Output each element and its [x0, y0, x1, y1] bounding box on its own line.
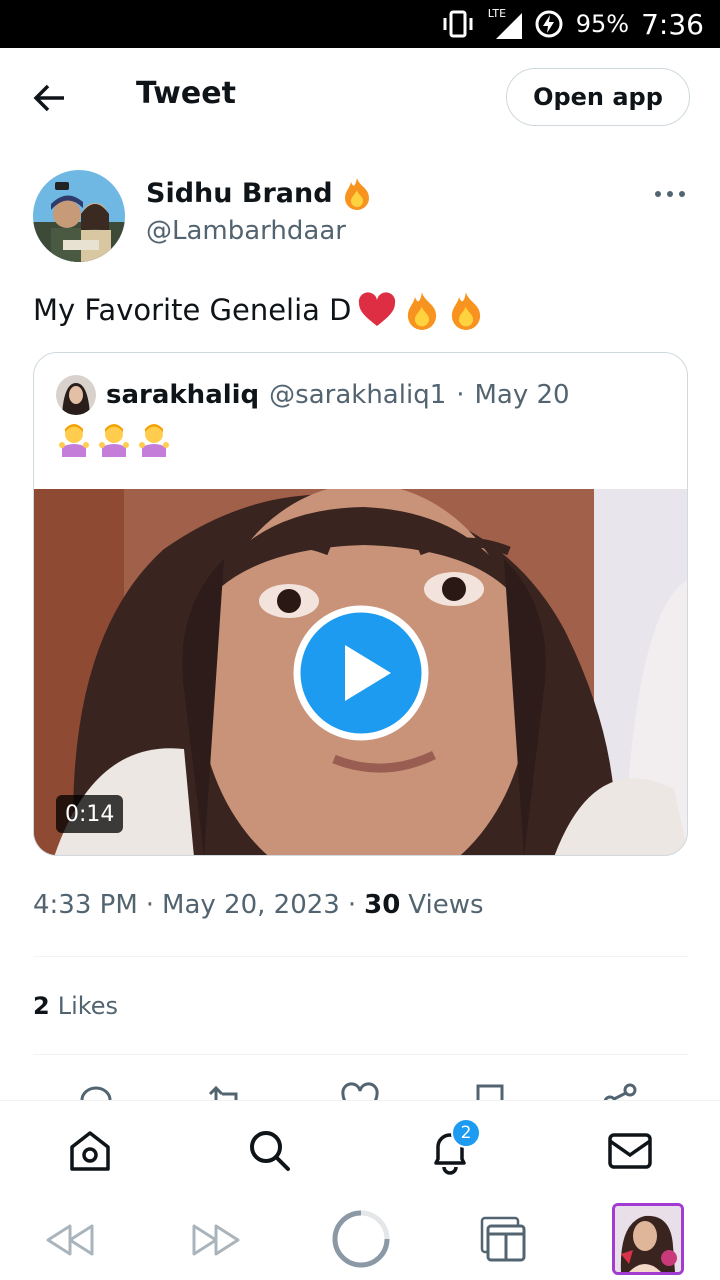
- share-icon[interactable]: [600, 1082, 640, 1102]
- messages-icon[interactable]: [606, 1127, 654, 1175]
- meta-separator: ·: [347, 890, 357, 920]
- vibrate-icon: [443, 10, 473, 38]
- signal-icon: [495, 13, 522, 39]
- notifications-badge: 2: [451, 1118, 481, 1148]
- views-count: 30: [364, 890, 401, 920]
- tweet-time: 4:33 PM: [33, 890, 138, 920]
- likes-count: 2: [33, 992, 50, 1020]
- status-bar-right: LTE 95% 7:36: [440, 0, 704, 48]
- meta-separator: ·: [145, 890, 155, 920]
- tweet-text: My Favorite Genelia D: [33, 290, 485, 330]
- tweet-date: May 20, 2023: [162, 890, 340, 920]
- retweet-icon[interactable]: [206, 1082, 246, 1102]
- video-player[interactable]: 0:14: [34, 489, 687, 855]
- quoted-author-handle: @sarakhaliq1: [269, 380, 447, 410]
- quoted-author-avatar[interactable]: [56, 375, 96, 415]
- meta-separator: ·: [456, 380, 465, 410]
- video-duration: 0:14: [56, 795, 124, 833]
- person-shrugging-emoji-icon: [139, 424, 169, 457]
- quoted-tweet[interactable]: sarakhaliq @sarakhaliq1 · May 20 0:14: [33, 352, 688, 856]
- divider: [33, 956, 688, 957]
- reply-icon[interactable]: [78, 1082, 118, 1102]
- battery-percent: 95%: [575, 10, 630, 38]
- fire-emoji-icon: [408, 292, 437, 330]
- person-shrugging-emoji-icon: [99, 424, 129, 457]
- page-title: Tweet: [136, 76, 236, 111]
- quoted-tweet-text: [58, 423, 170, 457]
- author-name[interactable]: Sidhu Brand: [146, 176, 373, 210]
- search-icon[interactable]: [246, 1127, 294, 1175]
- open-app-button[interactable]: Open app: [506, 68, 690, 126]
- fire-emoji-icon: [344, 178, 369, 210]
- heart-emoji-icon: [359, 292, 396, 326]
- bookmark-icon[interactable]: [470, 1082, 510, 1102]
- back-arrow-icon[interactable]: [28, 76, 72, 120]
- views-label: Views: [408, 890, 484, 920]
- more-options-icon[interactable]: [652, 180, 688, 208]
- rewind-icon[interactable]: [42, 1212, 98, 1268]
- likes-label: Likes: [57, 992, 119, 1020]
- author-avatar[interactable]: [33, 170, 125, 262]
- quoted-author-name: sarakhaliq: [106, 380, 260, 410]
- tweet-actions: [0, 1078, 720, 1102]
- reload-icon[interactable]: [330, 1208, 392, 1270]
- likes-link[interactable]: 2 Likes: [33, 992, 118, 1020]
- tabs-icon[interactable]: [478, 1212, 534, 1268]
- author-handle[interactable]: @Lambarhdaar: [146, 216, 346, 246]
- tweet-meta: 4:33 PM · May 20, 2023 · 30 Views: [33, 890, 484, 920]
- battery-charging-icon: [535, 10, 563, 38]
- profile-thumbnail[interactable]: [612, 1203, 684, 1275]
- person-shrugging-emoji-icon: [59, 424, 89, 457]
- play-icon[interactable]: [293, 605, 429, 741]
- signal-indicator: LTE: [488, 7, 522, 39]
- clock: 7:36: [641, 7, 704, 41]
- bottom-nav: [0, 1100, 720, 1196]
- like-icon[interactable]: [340, 1082, 380, 1102]
- status-bar: LTE 95% 7:36: [0, 0, 720, 48]
- tweet-text-body: My Favorite Genelia D: [33, 293, 352, 327]
- quoted-tweet-header: sarakhaliq @sarakhaliq1 · May 20: [56, 375, 570, 415]
- divider: [33, 1054, 688, 1055]
- header: Tweet Open app: [0, 48, 720, 144]
- quoted-tweet-date: May 20: [474, 380, 570, 410]
- fire-emoji-icon: [452, 292, 481, 330]
- author-name-text: Sidhu Brand: [146, 177, 333, 209]
- home-icon[interactable]: [66, 1127, 114, 1175]
- fast-forward-icon[interactable]: [188, 1212, 244, 1268]
